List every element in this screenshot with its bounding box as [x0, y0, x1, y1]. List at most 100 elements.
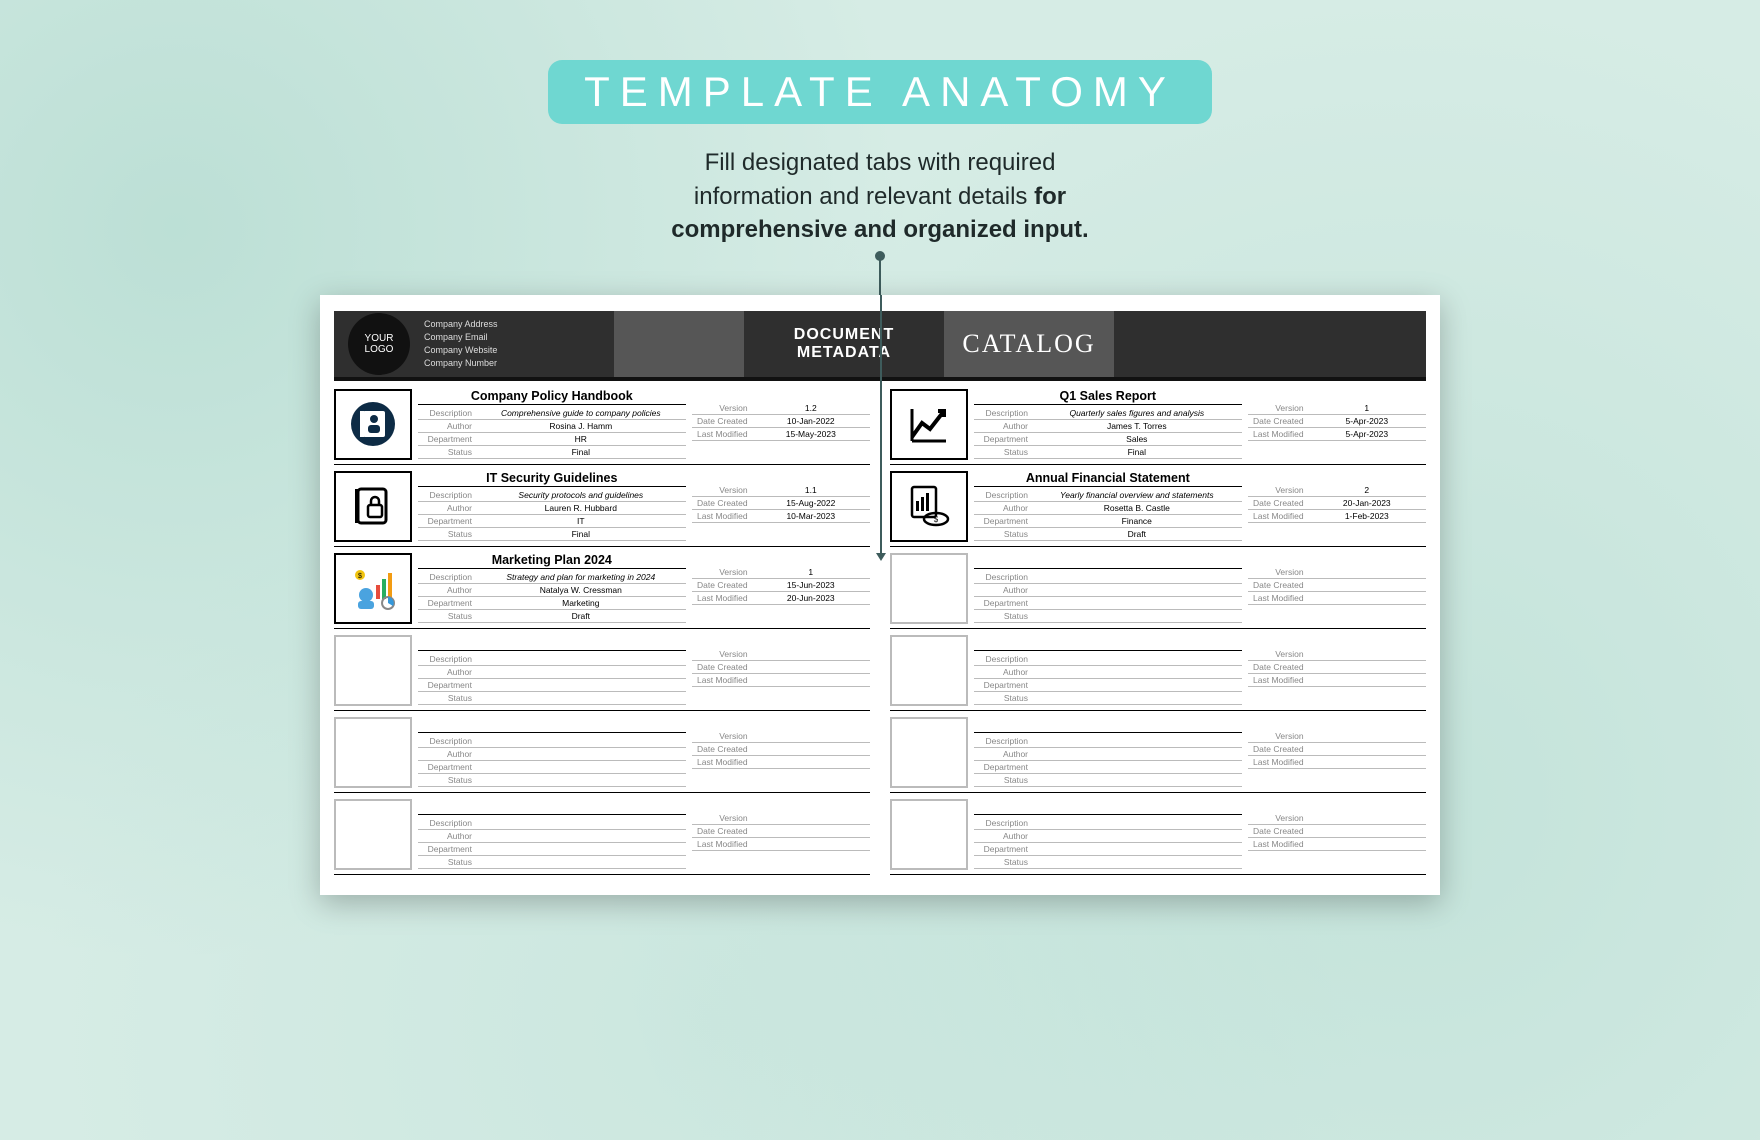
row-department: Department: [418, 843, 686, 856]
pointer-line: [879, 257, 881, 297]
row-version: Version: [692, 648, 870, 661]
row-description: Description: [418, 817, 686, 830]
document-card: Company Policy Handbook DescriptionCompr…: [334, 387, 870, 465]
empty-card: Description Author Department Status Ver…: [890, 633, 1426, 711]
card-content: Description Author Department Status Ver…: [974, 635, 1426, 706]
row-status: StatusDraft: [974, 528, 1242, 541]
row-last-modified: Last Modified20-Jun-2023: [692, 592, 870, 605]
company-number: Company Number: [424, 358, 614, 368]
row-last-modified: Last Modified15-May-2023: [692, 428, 870, 441]
row-date-created: Date Created15-Aug-2022: [692, 497, 870, 510]
handbook-icon: [334, 389, 412, 460]
security-icon: [334, 471, 412, 542]
row-version: Version2: [1248, 484, 1426, 497]
card-content: Description Author Department Status Ver…: [974, 717, 1426, 788]
row-last-modified: Last Modified: [692, 838, 870, 851]
svg-text:$: $: [934, 515, 939, 524]
row-description: DescriptionSecurity protocols and guidel…: [418, 489, 686, 502]
row-status: Status: [974, 610, 1242, 623]
doc-title: [418, 635, 686, 651]
row-department: DepartmentSales: [974, 433, 1242, 446]
empty-icon: [334, 717, 412, 788]
logo-text2: LOGO: [365, 344, 394, 355]
company-email: Company Email: [424, 332, 614, 342]
row-status: StatusFinal: [974, 446, 1242, 459]
row-status: Status: [418, 692, 686, 705]
row-author: AuthorRosetta B. Castle: [974, 502, 1242, 515]
empty-card: Description Author Department Status Ver…: [890, 797, 1426, 875]
row-status: Status: [974, 856, 1242, 869]
row-status: Status: [974, 774, 1242, 787]
row-version: Version: [1248, 812, 1426, 825]
row-author: Author: [974, 666, 1242, 679]
empty-icon: [890, 717, 968, 788]
row-author: Author: [974, 830, 1242, 843]
company-address: Company Address: [424, 319, 614, 329]
row-version: Version: [1248, 730, 1426, 743]
row-date-created: Date Created: [692, 661, 870, 674]
card-content: Description Author Department Status Ver…: [974, 553, 1426, 624]
row-version: Version: [1248, 566, 1426, 579]
company-fields: Company Address Company Email Company We…: [424, 311, 614, 377]
company-website: Company Website: [424, 345, 614, 355]
row-description: Description: [418, 735, 686, 748]
row-author: Author: [418, 666, 686, 679]
row-date-created: Date Created5-Apr-2023: [1248, 415, 1426, 428]
row-department: DepartmentIT: [418, 515, 686, 528]
row-version: Version1: [1248, 402, 1426, 415]
chart-icon: [890, 389, 968, 460]
row-date-created: Date Created: [692, 743, 870, 756]
row-version: Version1.2: [692, 402, 870, 415]
row-department: Department: [974, 679, 1242, 692]
row-status: Status: [974, 692, 1242, 705]
subtitle-line2a: information and relevant details: [694, 183, 1034, 210]
row-date-created: Date Created: [1248, 743, 1426, 756]
row-description: DescriptionComprehensive guide to compan…: [418, 407, 686, 420]
row-last-modified: Last Modified: [692, 756, 870, 769]
header-tail: [1114, 311, 1426, 377]
row-date-created: Date Created: [692, 825, 870, 838]
doc-title: Q1 Sales Report: [974, 389, 1242, 405]
row-department: Department: [418, 679, 686, 692]
row-author: AuthorLauren R. Hubbard: [418, 502, 686, 515]
subtitle-line1: Fill designated tabs with required: [705, 149, 1056, 176]
row-last-modified: Last Modified: [1248, 674, 1426, 687]
card-content: Description Author Department Status Ver…: [418, 799, 870, 870]
header-catalog: CATALOG: [944, 311, 1114, 377]
empty-card: Description Author Department Status Ver…: [334, 715, 870, 793]
card-content: Q1 Sales Report DescriptionQuarterly sal…: [974, 389, 1426, 460]
row-status: StatusFinal: [418, 528, 686, 541]
row-last-modified: Last Modified: [692, 674, 870, 687]
row-author: AuthorRosina J. Hamm: [418, 420, 686, 433]
title-badge: TEMPLATE ANATOMY: [548, 60, 1212, 124]
doc-title: [974, 717, 1242, 733]
document-card: $ Marketing Plan 2024 DescriptionStrateg…: [334, 551, 870, 629]
header-spacer: [614, 311, 744, 377]
row-version: Version: [1248, 648, 1426, 661]
row-date-created: Date Created: [1248, 661, 1426, 674]
card-content: Company Policy Handbook DescriptionCompr…: [418, 389, 870, 460]
card-content: Description Author Department Status Ver…: [418, 635, 870, 706]
row-department: Department: [418, 761, 686, 774]
empty-icon: [334, 799, 412, 870]
empty-icon: [890, 635, 968, 706]
card-content: Description Author Department Status Ver…: [418, 717, 870, 788]
document-card: IT Security Guidelines DescriptionSecuri…: [334, 469, 870, 547]
row-author: AuthorJames T. Torres: [974, 420, 1242, 433]
card-content: Annual Financial Statement DescriptionYe…: [974, 471, 1426, 542]
pointer-arrow: [880, 295, 882, 555]
empty-card: Description Author Department Status Ver…: [890, 551, 1426, 629]
row-version: Version: [692, 730, 870, 743]
empty-icon: [890, 553, 968, 624]
row-status: Status: [418, 774, 686, 787]
header-title2: METADATA: [797, 344, 891, 362]
row-version: Version1.1: [692, 484, 870, 497]
card-content: IT Security Guidelines DescriptionSecuri…: [418, 471, 870, 542]
row-date-created: Date Created: [1248, 579, 1426, 592]
doc-title: [418, 717, 686, 733]
row-description: Description: [974, 735, 1242, 748]
row-author: Author: [418, 748, 686, 761]
logo-cell: YOUR LOGO: [334, 311, 424, 377]
row-author: AuthorNatalya W. Cressman: [418, 584, 686, 597]
row-department: DepartmentHR: [418, 433, 686, 446]
